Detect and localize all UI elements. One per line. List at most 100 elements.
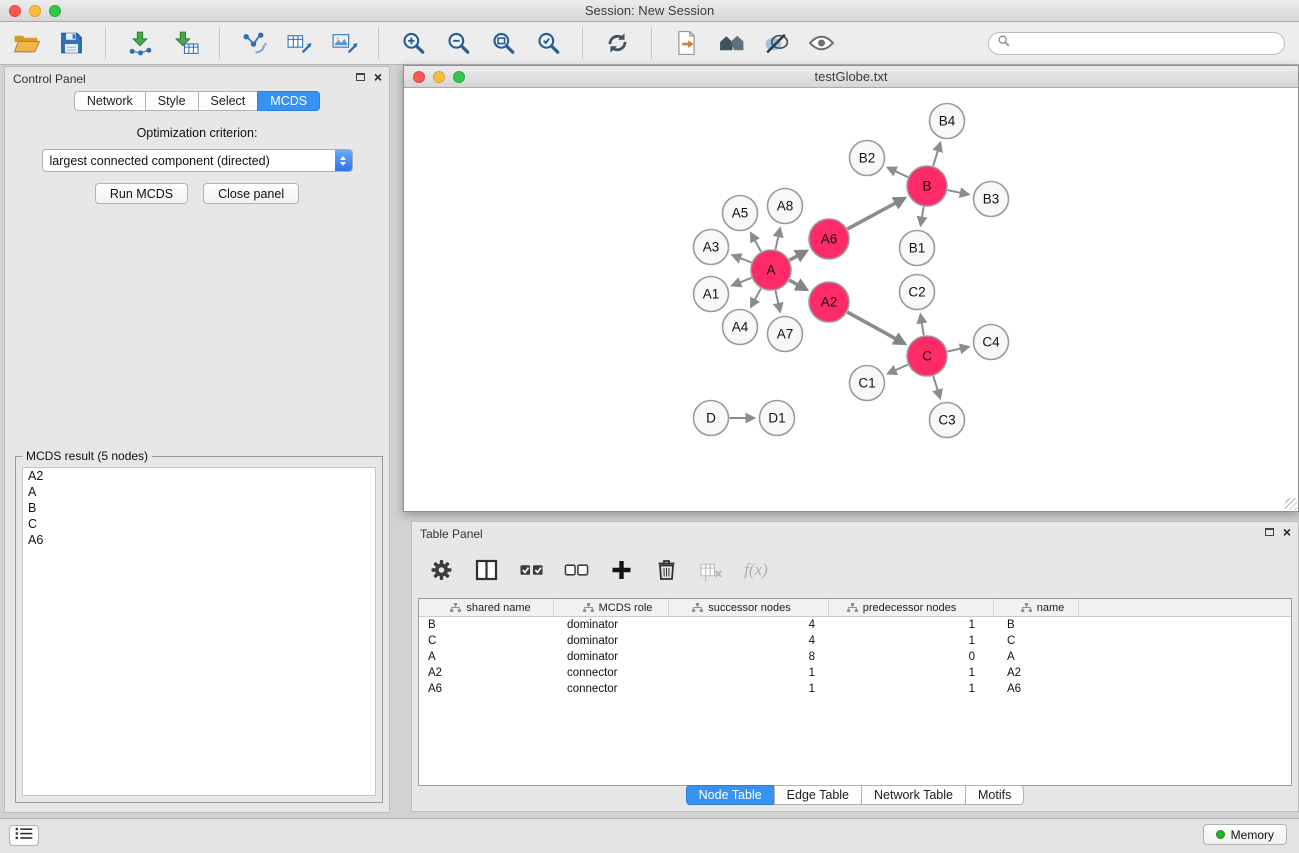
- node-A1[interactable]: A1: [694, 277, 729, 312]
- mcds-result-item[interactable]: B: [23, 500, 375, 516]
- apply-layout-button[interactable]: [601, 27, 633, 59]
- show-hide-button[interactable]: [805, 27, 837, 59]
- graphics-details-button[interactable]: [760, 27, 792, 59]
- table-row[interactable]: Bdominator41B: [419, 617, 1291, 633]
- edge-A2-C[interactable]: [847, 312, 904, 343]
- mcds-result-item[interactable]: C: [23, 516, 375, 532]
- deselect-all-rows-button[interactable]: [561, 555, 591, 585]
- edge-B-B2[interactable]: [888, 168, 908, 177]
- node-C4[interactable]: C4: [974, 325, 1009, 360]
- export-table-button[interactable]: [283, 27, 315, 59]
- edge-A-A6[interactable]: [790, 251, 807, 260]
- mcds-result-item[interactable]: A6: [23, 532, 375, 548]
- mcds-result-item[interactable]: A: [23, 484, 375, 500]
- node-C3[interactable]: C3: [930, 403, 965, 438]
- optimization-criterion-dropdown[interactable]: largest connected component (directed): [42, 149, 353, 172]
- edge-A-A3[interactable]: [733, 255, 751, 262]
- mcds-result-list[interactable]: A2ABCA6: [22, 467, 376, 796]
- tab-mcds[interactable]: MCDS: [257, 91, 320, 111]
- network-graph[interactable]: B4B2BB3A5A8A6A3B1AC2A1A2A4A7C4CC1DD1C3: [404, 88, 1298, 511]
- node-A7[interactable]: A7: [768, 317, 803, 352]
- edge-A6-B[interactable]: [847, 198, 904, 229]
- edge-A-A5[interactable]: [751, 234, 761, 252]
- import-network-from-file-button[interactable]: [124, 27, 156, 59]
- node-A[interactable]: A: [751, 250, 791, 290]
- table-tab-node-table[interactable]: Node Table: [686, 785, 775, 805]
- minimize-window-button[interactable]: [29, 5, 41, 17]
- edge-A-A4[interactable]: [751, 288, 761, 306]
- node-A2[interactable]: A2: [809, 282, 849, 322]
- node-A5[interactable]: A5: [723, 196, 758, 231]
- delete-column-button[interactable]: [651, 555, 681, 585]
- edge-A-A1[interactable]: [733, 278, 752, 285]
- zoom-out-button[interactable]: [442, 27, 474, 59]
- node-C[interactable]: C: [907, 336, 947, 376]
- edge-B-B1[interactable]: [921, 207, 924, 225]
- home-button[interactable]: [715, 27, 747, 59]
- zoom-selected-button[interactable]: [532, 27, 564, 59]
- open-session-button[interactable]: [10, 27, 42, 59]
- edge-C-C1[interactable]: [888, 365, 907, 374]
- maximize-window-button[interactable]: [49, 5, 61, 17]
- edge-B-B3[interactable]: [948, 190, 968, 194]
- close-panel-button[interactable]: Close panel: [203, 183, 299, 204]
- network-window-titlebar[interactable]: testGlobe.txt: [404, 66, 1298, 88]
- network-canvas[interactable]: B4B2BB3A5A8A6A3B1AC2A1A2A4A7C4CC1DD1C3: [404, 88, 1298, 511]
- column-header-successor-nodes[interactable]: successor nodes: [669, 599, 829, 616]
- first-neighbors-button[interactable]: [670, 27, 702, 59]
- table-tab-network-table[interactable]: Network Table: [861, 785, 966, 805]
- zoom-in-button[interactable]: [397, 27, 429, 59]
- edge-C-C4[interactable]: [948, 347, 969, 351]
- table-tab-edge-table[interactable]: Edge Table: [774, 785, 862, 805]
- node-B2[interactable]: B2: [850, 141, 885, 176]
- table-tab-motifs[interactable]: Motifs: [965, 785, 1024, 805]
- toggle-columns-button[interactable]: [471, 555, 501, 585]
- node-C2[interactable]: C2: [900, 275, 935, 310]
- node-D[interactable]: D: [694, 401, 729, 436]
- column-header-predecessor-nodes[interactable]: predecessor nodes: [829, 599, 994, 616]
- column-header-shared-name[interactable]: shared name: [419, 599, 554, 616]
- memory-button[interactable]: Memory: [1203, 824, 1287, 845]
- edge-A-A2[interactable]: [789, 280, 806, 289]
- run-mcds-button[interactable]: Run MCDS: [95, 183, 188, 204]
- tab-style[interactable]: Style: [145, 91, 199, 111]
- table-row[interactable]: Cdominator41C: [419, 633, 1291, 649]
- search-input[interactable]: [1015, 36, 1276, 50]
- node-B[interactable]: B: [907, 166, 947, 206]
- tab-network[interactable]: Network: [74, 91, 146, 111]
- close-table-panel-icon[interactable]: ×: [1283, 527, 1291, 537]
- edge-C-C3[interactable]: [933, 376, 940, 398]
- search-box[interactable]: [988, 32, 1285, 55]
- table-row[interactable]: A2connector11A2: [419, 665, 1291, 681]
- column-header-mcds-role[interactable]: MCDS role: [554, 599, 669, 616]
- export-network-button[interactable]: [238, 27, 270, 59]
- table-row[interactable]: Adominator80A: [419, 649, 1291, 665]
- edge-A-A8[interactable]: [775, 229, 779, 250]
- maximize-network-window-button[interactable]: [453, 71, 465, 83]
- zoom-fit-button[interactable]: [487, 27, 519, 59]
- edge-C-C2[interactable]: [921, 315, 924, 335]
- close-panel-icon[interactable]: ×: [374, 72, 382, 82]
- node-A3[interactable]: A3: [694, 230, 729, 265]
- resize-grip[interactable]: [1285, 498, 1297, 510]
- node-A8[interactable]: A8: [768, 189, 803, 224]
- node-A4[interactable]: A4: [723, 310, 758, 345]
- mcds-result-item[interactable]: A2: [23, 468, 375, 484]
- import-table-from-file-button[interactable]: [169, 27, 201, 59]
- table-settings-button[interactable]: [426, 555, 456, 585]
- edge-B-B4[interactable]: [933, 143, 940, 165]
- show-panels-button[interactable]: [9, 825, 39, 846]
- column-header-name[interactable]: name: [994, 599, 1079, 616]
- node-D1[interactable]: D1: [760, 401, 795, 436]
- tab-select[interactable]: Select: [198, 91, 259, 111]
- export-image-button[interactable]: [328, 27, 360, 59]
- close-window-button[interactable]: [9, 5, 21, 17]
- table-row[interactable]: A6connector11A6: [419, 681, 1291, 697]
- add-column-button[interactable]: [606, 555, 636, 585]
- select-all-rows-button[interactable]: [516, 555, 546, 585]
- node-B4[interactable]: B4: [930, 104, 965, 139]
- node-A6[interactable]: A6: [809, 219, 849, 259]
- edge-A-A7[interactable]: [775, 291, 779, 312]
- float-table-panel-icon[interactable]: [1265, 528, 1274, 536]
- node-C1[interactable]: C1: [850, 366, 885, 401]
